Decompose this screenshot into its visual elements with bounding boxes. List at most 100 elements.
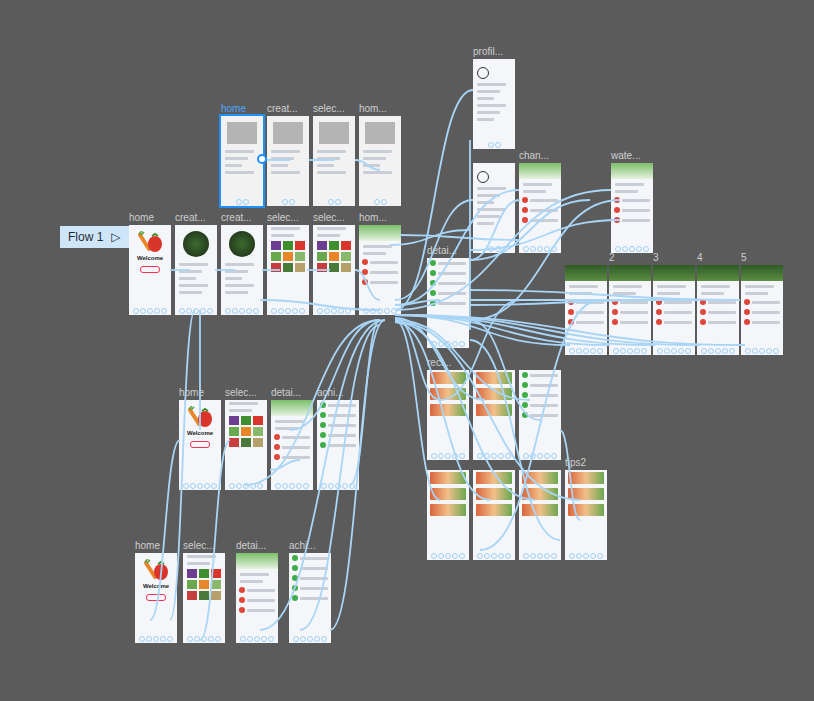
recipe-card[interactable] <box>568 504 604 516</box>
connection-handle[interactable] <box>250 483 256 489</box>
screen-frame[interactable] <box>221 225 263 315</box>
list-row[interactable] <box>292 575 328 581</box>
connection-handle[interactable] <box>146 636 152 642</box>
screen-frame[interactable] <box>473 370 515 460</box>
connection-handle[interactable] <box>289 483 295 489</box>
screen-frame[interactable] <box>267 116 309 206</box>
connection-handle[interactable] <box>140 308 146 314</box>
connection-handle[interactable] <box>236 199 242 205</box>
task-row[interactable] <box>656 299 692 305</box>
connection-handle[interactable] <box>160 636 166 642</box>
recipe-card[interactable] <box>476 404 512 416</box>
screen-frame[interactable] <box>565 470 607 560</box>
connection-handle[interactable] <box>211 483 217 489</box>
list-row[interactable] <box>522 392 558 398</box>
connection-handle[interactable] <box>314 636 320 642</box>
frame-label[interactable]: chan... <box>519 150 549 162</box>
connection-handle[interactable] <box>321 483 327 489</box>
list-row[interactable] <box>292 555 328 561</box>
connection-handle[interactable] <box>752 348 758 354</box>
connection-handle[interactable] <box>491 553 497 559</box>
list-row[interactable] <box>292 595 328 601</box>
recipe-card[interactable] <box>430 404 466 416</box>
connection-handle[interactable] <box>597 553 603 559</box>
connection-handle[interactable] <box>307 636 313 642</box>
connection-handle[interactable] <box>331 308 337 314</box>
connection-handle[interactable] <box>551 553 557 559</box>
list-row[interactable] <box>292 585 328 591</box>
connection-handle[interactable] <box>685 348 691 354</box>
task-row[interactable] <box>614 217 650 223</box>
list-row[interactable] <box>320 422 356 428</box>
task-row[interactable] <box>522 207 558 213</box>
recipe-card[interactable] <box>522 472 558 484</box>
connection-handle[interactable] <box>154 308 160 314</box>
task-row[interactable] <box>274 434 310 440</box>
connection-handle[interactable] <box>641 348 647 354</box>
plant-option[interactable] <box>241 416 251 425</box>
connection-handle[interactable] <box>495 142 501 148</box>
connection-handle[interactable] <box>615 246 621 252</box>
connection-handle[interactable] <box>452 453 458 459</box>
list-row[interactable] <box>430 280 466 286</box>
connection-handle[interactable] <box>431 341 437 347</box>
connection-handle[interactable] <box>197 483 203 489</box>
connection-handle[interactable] <box>268 636 274 642</box>
connection-handle[interactable] <box>745 348 751 354</box>
screen-frame[interactable]: Welcome <box>129 225 171 315</box>
frame-label[interactable]: 5 <box>741 252 747 264</box>
recipe-card[interactable] <box>430 488 466 500</box>
screen-frame[interactable] <box>313 225 355 315</box>
plant-option[interactable] <box>317 263 327 272</box>
task-row[interactable] <box>614 197 650 203</box>
connection-handle[interactable] <box>671 348 677 354</box>
connection-handle[interactable] <box>342 483 348 489</box>
connection-handle[interactable] <box>282 199 288 205</box>
connection-handle[interactable] <box>300 636 306 642</box>
connection-handle[interactable] <box>505 453 511 459</box>
connection-handle[interactable] <box>293 636 299 642</box>
connection-handle[interactable] <box>391 308 397 314</box>
frame-label[interactable]: 2 <box>609 252 615 264</box>
connection-handle[interactable] <box>194 636 200 642</box>
frame-label[interactable]: detai... <box>427 245 457 257</box>
screen-frame[interactable] <box>317 400 359 490</box>
connection-handle[interactable] <box>377 308 383 314</box>
screen-frame[interactable] <box>289 553 331 643</box>
connection-handle[interactable] <box>147 308 153 314</box>
connection-handle[interactable] <box>488 246 494 252</box>
task-row[interactable] <box>656 319 692 325</box>
recipe-card[interactable] <box>568 488 604 500</box>
plant-option[interactable] <box>317 252 327 261</box>
plant-option[interactable] <box>283 252 293 261</box>
screen-frame[interactable] <box>473 59 515 149</box>
plant-option[interactable] <box>187 569 197 578</box>
recipe-card[interactable] <box>476 388 512 400</box>
connection-handle[interactable] <box>232 308 238 314</box>
frame-label[interactable]: home <box>221 103 246 115</box>
screen-frame[interactable] <box>427 258 469 348</box>
connection-handle[interactable] <box>498 453 504 459</box>
connection-handle[interactable] <box>190 483 196 489</box>
task-row[interactable] <box>568 319 604 325</box>
connection-handle[interactable] <box>236 483 242 489</box>
connection-handle[interactable] <box>229 483 235 489</box>
frame-label[interactable]: 4 <box>697 252 703 264</box>
screen-frame[interactable] <box>225 400 267 490</box>
task-row[interactable] <box>274 444 310 450</box>
connection-handle[interactable] <box>335 199 341 205</box>
task-row[interactable] <box>744 319 780 325</box>
frame-label[interactable]: hom... <box>359 212 387 224</box>
screen-frame[interactable] <box>313 116 355 206</box>
screen-frame[interactable]: Welcome <box>179 400 221 490</box>
screen-frame[interactable] <box>611 163 653 253</box>
connection-handle[interactable] <box>183 483 189 489</box>
connection-handle[interactable] <box>488 142 494 148</box>
connection-handle[interactable] <box>208 636 214 642</box>
connection-handle[interactable] <box>576 348 582 354</box>
connection-handle[interactable] <box>722 348 728 354</box>
screen-frame[interactable] <box>473 163 515 253</box>
plant-option[interactable] <box>271 241 281 250</box>
connection-handle[interactable] <box>537 453 543 459</box>
connection-handle[interactable] <box>225 308 231 314</box>
